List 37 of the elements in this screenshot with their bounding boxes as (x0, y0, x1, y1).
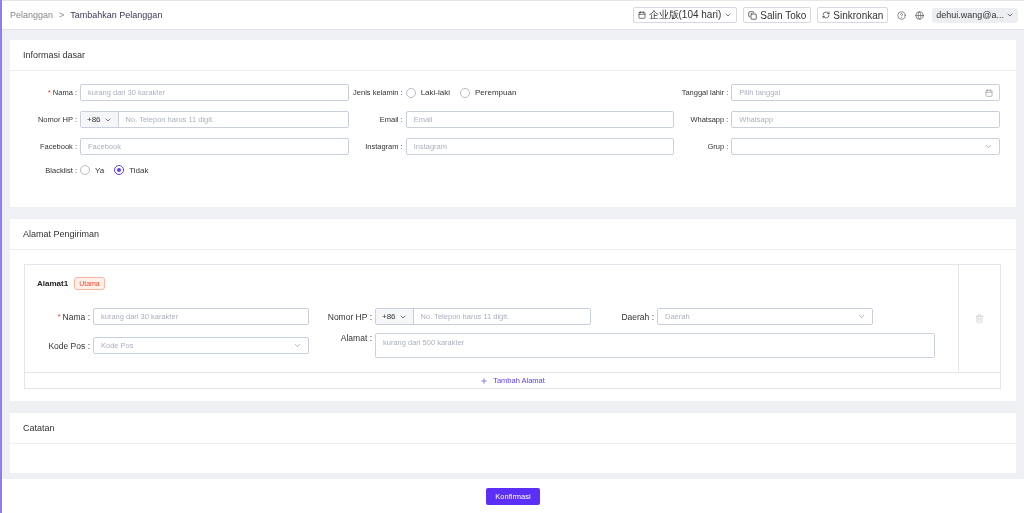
required-mark: * (57, 312, 61, 321)
country-code-select[interactable]: +86 (376, 309, 414, 324)
user-menu[interactable]: dehui.wang@a... (932, 7, 1018, 23)
section-title: Catatan (10, 413, 1016, 444)
radio-option[interactable]: Ya (80, 165, 105, 175)
chevron-down-icon (724, 11, 733, 19)
field-label: Nama : (62, 311, 90, 322)
section-title: Alamat Pengiriman (10, 219, 1016, 250)
field-label: Kode Pos : (48, 340, 90, 351)
breadcrumb-link[interactable]: Pelanggan (10, 10, 54, 20)
breadcrumb-current: Tambahkan Pelanggan (70, 10, 163, 20)
refresh-icon (822, 11, 831, 19)
radio-option[interactable]: Laki-laki (405, 87, 450, 98)
breadcrumb-separator: > (59, 10, 65, 20)
chevron-down-icon (293, 341, 302, 350)
chevron-down-icon (984, 142, 993, 151)
copy-store-button[interactable]: Salin Toko (743, 7, 812, 23)
calendar-icon (637, 11, 646, 19)
field-label: Alamat : (340, 333, 372, 343)
required-mark: * (47, 88, 51, 97)
sync-button[interactable]: Sinkronkan (817, 7, 889, 23)
radio-option[interactable]: Perempuan (460, 87, 517, 98)
address-title: Alamat1 (37, 279, 69, 288)
plus-icon (480, 376, 489, 385)
copy-icon (748, 10, 758, 20)
field-label: Nomor HP : (327, 311, 372, 322)
select-field[interactable] (731, 138, 1000, 155)
chevron-down-icon (857, 312, 866, 321)
chevron-down-icon (1006, 11, 1014, 19)
globe-icon[interactable] (915, 10, 925, 20)
plan-select[interactable]: 企业版(104 hari) (632, 7, 738, 23)
radio-option[interactable]: Tidak (114, 165, 149, 175)
field-label: Daerah : (621, 311, 654, 322)
calendar-icon (985, 88, 993, 97)
help-icon[interactable] (897, 10, 907, 20)
country-code-select[interactable]: +86 (81, 112, 119, 127)
section-title: Informasi dasar (10, 40, 1016, 71)
